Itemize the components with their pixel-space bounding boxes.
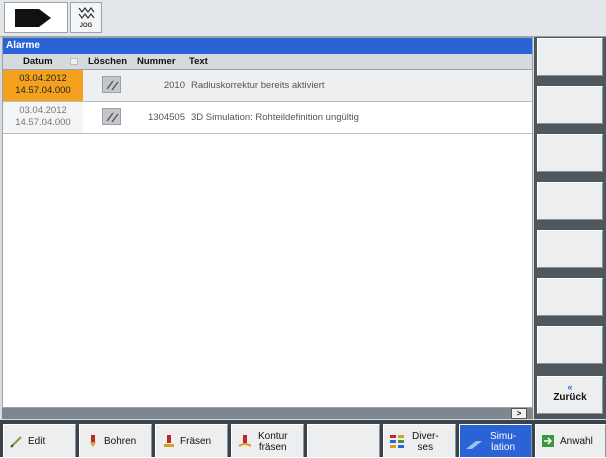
vertical-softkey-5[interactable] bbox=[537, 230, 603, 268]
empty-softkey[interactable] bbox=[307, 424, 380, 457]
select-softkey[interactable]: Anwahl bbox=[535, 424, 606, 457]
column-header-number[interactable]: Nummer bbox=[137, 54, 176, 69]
select-label: Anwahl bbox=[560, 436, 593, 447]
vertical-softkey-4[interactable] bbox=[537, 182, 603, 220]
contour-milling-label-line2: fräsen bbox=[258, 441, 287, 453]
contour-mill-icon bbox=[238, 435, 252, 447]
alarm-date-cell: 03.04.2012 14.57.04.000 bbox=[3, 102, 83, 133]
jog-wave-icon bbox=[78, 7, 95, 19]
alarm-row[interactable]: 03.04.2012 14.57.04.000 2010 Radiuskorre… bbox=[3, 70, 532, 102]
contour-milling-label: Kontur fräsen bbox=[258, 425, 287, 458]
drilling-softkey[interactable]: Bohren bbox=[79, 424, 152, 457]
miscellaneous-label-line2: ses bbox=[417, 441, 434, 453]
drill-icon bbox=[90, 435, 96, 447]
column-header-delete[interactable]: Löschen bbox=[88, 54, 127, 69]
next-page-button[interactable]: > bbox=[511, 408, 527, 419]
vertical-softkey-2[interactable] bbox=[537, 86, 603, 124]
delete-slash-icon bbox=[106, 80, 119, 91]
alarm-number: 1304505 bbox=[148, 112, 185, 123]
back-button[interactable]: « Zurück bbox=[537, 376, 603, 414]
simulation-softkey[interactable]: Simu- lation bbox=[459, 424, 532, 457]
vertical-softkey-bar: « Zurück bbox=[534, 37, 606, 419]
panel-status-bar: > bbox=[2, 408, 533, 419]
alarm-date-cell: 03.04.2012 14.57.04.000 bbox=[3, 70, 83, 101]
alarm-time: 14.57.04.000 bbox=[15, 117, 71, 128]
vertical-softkey-7[interactable] bbox=[537, 326, 603, 364]
delete-slash-icon bbox=[106, 112, 119, 123]
alarm-row[interactable]: 03.04.2012 14.57.04.000 1304505 3D Simul… bbox=[3, 102, 532, 134]
alarm-text: 3D Simulation: Rohteildefinition ungülti… bbox=[191, 112, 359, 123]
table-header: Datum Löschen Nummer Text bbox=[3, 54, 532, 70]
arrow-right-icon bbox=[15, 9, 51, 27]
delete-alarm-button[interactable] bbox=[102, 76, 121, 93]
drilling-label: Bohren bbox=[104, 436, 137, 447]
miscellaneous-softkey[interactable]: Diver- ses bbox=[383, 424, 456, 457]
alarm-number: 2010 bbox=[163, 80, 185, 91]
simulation-icon bbox=[466, 441, 482, 449]
simulation-label-line2: lation bbox=[491, 441, 516, 453]
alarm-text: Radiuskorrektur bereits aktiviert bbox=[191, 80, 325, 91]
vertical-softkey-1[interactable] bbox=[537, 38, 603, 76]
miscellaneous-label-line1: Diver- bbox=[412, 430, 439, 442]
misc-grid-icon bbox=[390, 435, 404, 448]
simulation-label: Simu- lation bbox=[490, 425, 516, 458]
hmi-screen: JOG Alarme Datum Löschen Nummer Text 03.… bbox=[0, 0, 606, 457]
miscellaneous-label: Diver- ses bbox=[412, 425, 439, 458]
select-icon bbox=[542, 435, 554, 447]
back-chevron-icon: « bbox=[567, 382, 573, 392]
mill-icon bbox=[164, 435, 174, 447]
contour-milling-softkey[interactable]: Kontur fräsen bbox=[231, 424, 304, 457]
contour-milling-label-line1: Kontur bbox=[258, 430, 288, 442]
alarm-date: 03.04.2012 bbox=[19, 73, 67, 84]
column-header-date[interactable]: Datum bbox=[23, 54, 53, 69]
jog-label: JOG bbox=[79, 23, 93, 29]
operating-area-indicator[interactable] bbox=[4, 2, 68, 33]
delete-alarm-button[interactable] bbox=[102, 108, 121, 125]
column-header-text[interactable]: Text bbox=[189, 54, 208, 69]
edit-label: Edit bbox=[28, 436, 46, 447]
horizontal-softkey-bar: Edit Bohren Fräsen Kontur fräsen Diver- … bbox=[0, 420, 606, 457]
panel-title: Alarme bbox=[3, 38, 532, 54]
vertical-softkey-3[interactable] bbox=[537, 134, 603, 172]
sort-indicator-icon[interactable] bbox=[70, 58, 78, 65]
top-status-bar: JOG bbox=[0, 0, 606, 37]
vertical-softkey-6[interactable] bbox=[537, 278, 603, 316]
simulation-label-line1: Simu- bbox=[490, 430, 517, 442]
milling-label: Fräsen bbox=[180, 436, 212, 447]
alarm-date: 03.04.2012 bbox=[19, 105, 67, 116]
back-label: Zurück bbox=[553, 392, 587, 403]
pencil-icon bbox=[10, 436, 22, 448]
edit-softkey[interactable]: Edit bbox=[3, 424, 76, 457]
jog-mode-indicator: JOG bbox=[70, 2, 102, 33]
alarm-time: 14.57.04.000 bbox=[15, 85, 71, 96]
alarm-panel: Alarme Datum Löschen Nummer Text 03.04.2… bbox=[2, 37, 533, 408]
milling-softkey[interactable]: Fräsen bbox=[155, 424, 228, 457]
